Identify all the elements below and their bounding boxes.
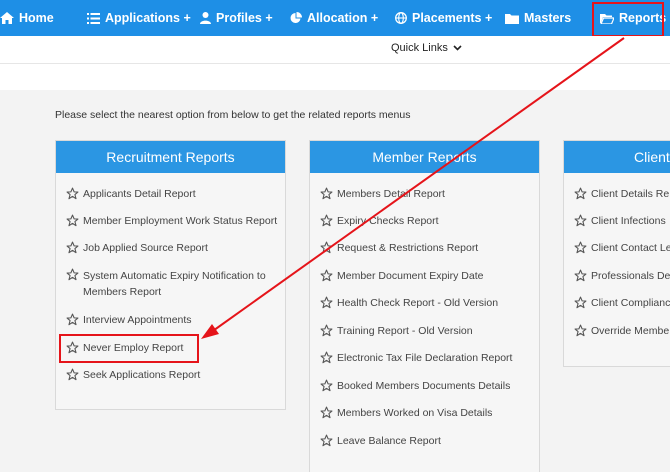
item-label: Client Details Re bbox=[591, 188, 670, 200]
star-icon bbox=[574, 241, 587, 254]
list-item[interactable]: Client Complianc bbox=[574, 296, 670, 311]
nav-applications-label: Applications + bbox=[105, 11, 191, 25]
item-label: Request & Restrictions Report bbox=[337, 242, 479, 254]
star-icon bbox=[574, 296, 587, 309]
user-icon bbox=[200, 12, 211, 24]
reports-highlight-annotation bbox=[592, 2, 664, 37]
list-item[interactable]: Applicants Detail Report bbox=[66, 187, 196, 202]
folder-icon bbox=[505, 13, 519, 24]
item-label: Leave Balance Report bbox=[337, 435, 441, 447]
item-label: Member Employment Work Status Report bbox=[83, 215, 278, 227]
item-label: Health Check Report - Old Version bbox=[337, 297, 499, 309]
list-item[interactable]: Client Infections bbox=[574, 214, 666, 229]
list-item[interactable]: Booked Members Documents Details bbox=[320, 379, 510, 394]
star-icon bbox=[320, 241, 333, 254]
member-reports-title: Member Reports bbox=[310, 141, 539, 173]
item-label: Booked Members Documents Details bbox=[337, 380, 511, 392]
item-label: Client Complianc bbox=[591, 297, 670, 309]
never-employ-highlight-annotation bbox=[59, 334, 199, 363]
star-icon bbox=[320, 406, 333, 419]
member-reports-panel: Member Reports Members Detail Report Exp… bbox=[309, 140, 540, 472]
nav-masters-label: Masters bbox=[524, 11, 572, 25]
list-icon bbox=[87, 12, 100, 24]
list-item[interactable]: Training Report - Old Version bbox=[320, 324, 473, 339]
star-icon bbox=[320, 379, 333, 392]
nav-home[interactable]: Home bbox=[0, 0, 54, 36]
item-label: Members Worked on Visa Details bbox=[337, 407, 493, 419]
star-icon bbox=[66, 268, 79, 281]
list-item[interactable]: Request & Restrictions Report bbox=[320, 241, 478, 256]
list-item[interactable]: Member Employment Work Status Report bbox=[66, 214, 277, 229]
item-label: Professionals Det bbox=[591, 270, 670, 282]
nav-allocation-label: Allocation + bbox=[307, 11, 379, 25]
home-icon bbox=[0, 12, 14, 24]
nav-masters[interactable]: Masters bbox=[505, 0, 571, 36]
star-icon bbox=[320, 269, 333, 282]
star-icon bbox=[320, 187, 333, 200]
list-item[interactable]: Interview Appointments bbox=[66, 313, 192, 328]
item-label: Client Infections bbox=[591, 215, 666, 227]
star-icon bbox=[320, 324, 333, 337]
item-label: Members Detail Report bbox=[337, 188, 445, 200]
list-item[interactable]: Job Applied Source Report bbox=[66, 241, 208, 256]
star-icon bbox=[574, 269, 587, 282]
nav-profiles[interactable]: Profiles + bbox=[200, 0, 273, 36]
quick-links-bar bbox=[0, 36, 670, 64]
star-icon bbox=[66, 241, 79, 254]
list-item[interactable]: Member Document Expiry Date bbox=[320, 269, 483, 284]
list-item[interactable]: Professionals Det bbox=[574, 269, 670, 284]
chevron-down-icon bbox=[453, 45, 462, 51]
intro-text: Please select the nearest option from be… bbox=[55, 109, 411, 121]
nav-profiles-label: Profiles + bbox=[216, 11, 273, 25]
nav-placements-label: Placements + bbox=[412, 11, 493, 25]
nav-placements[interactable]: Placements + bbox=[395, 0, 492, 36]
star-icon bbox=[66, 187, 79, 200]
list-item[interactable]: Expiry Checks Report bbox=[320, 214, 439, 229]
star-icon bbox=[66, 368, 79, 381]
star-icon bbox=[320, 434, 333, 447]
list-item[interactable]: Client Contact Le bbox=[574, 241, 670, 256]
list-item[interactable]: Seek Applications Report bbox=[66, 368, 200, 383]
item-label: Applicants Detail Report bbox=[83, 188, 196, 200]
pie-chart-icon bbox=[290, 12, 302, 23]
quick-links-dropdown[interactable]: Quick Links bbox=[391, 42, 462, 54]
list-item[interactable]: Health Check Report - Old Version bbox=[320, 296, 498, 311]
globe-icon bbox=[395, 12, 407, 24]
star-icon bbox=[574, 214, 587, 227]
list-item[interactable]: Electronic Tax File Declaration Report bbox=[320, 351, 512, 366]
top-navigation-bar: Home Applications + Profiles + Allocatio… bbox=[0, 0, 670, 36]
star-icon bbox=[66, 214, 79, 227]
client-reports-title: Client bbox=[564, 141, 670, 173]
star-icon bbox=[574, 187, 587, 200]
list-item[interactable]: Members Worked on Visa Details bbox=[320, 406, 492, 421]
item-label: Seek Applications Report bbox=[83, 369, 201, 381]
list-item[interactable]: Members Detail Report bbox=[320, 187, 445, 202]
item-label: Override Membe bbox=[591, 325, 670, 337]
item-label: Member Document Expiry Date bbox=[337, 270, 484, 282]
item-label: Job Applied Source Report bbox=[83, 242, 208, 254]
item-label: Training Report - Old Version bbox=[337, 325, 473, 337]
quick-links-label: Quick Links bbox=[391, 42, 448, 54]
star-icon bbox=[320, 214, 333, 227]
recruitment-reports-panel: Recruitment Reports Applicants Detail Re… bbox=[55, 140, 286, 410]
list-item[interactable]: Leave Balance Report bbox=[320, 434, 441, 449]
list-item[interactable]: Client Details Re bbox=[574, 187, 669, 202]
item-label: Electronic Tax File Declaration Report bbox=[337, 352, 513, 364]
nav-applications[interactable]: Applications + bbox=[87, 0, 191, 36]
item-label: Client Contact Le bbox=[591, 242, 670, 254]
list-item[interactable]: Override Membe bbox=[574, 324, 669, 339]
item-label: Expiry Checks Report bbox=[337, 215, 439, 227]
list-item[interactable]: System Automatic Expiry Notification to … bbox=[66, 268, 276, 300]
star-icon bbox=[320, 351, 333, 364]
nav-allocation[interactable]: Allocation + bbox=[290, 0, 378, 36]
item-label: System Automatic Expiry Notification to … bbox=[83, 270, 266, 298]
star-icon bbox=[66, 313, 79, 326]
item-label: Interview Appointments bbox=[83, 314, 192, 326]
client-reports-panel: Client Client Details Re Client Infectio… bbox=[563, 140, 670, 367]
star-icon bbox=[320, 296, 333, 309]
nav-home-label: Home bbox=[19, 11, 54, 25]
star-icon bbox=[574, 324, 587, 337]
recruitment-reports-title: Recruitment Reports bbox=[56, 141, 285, 173]
